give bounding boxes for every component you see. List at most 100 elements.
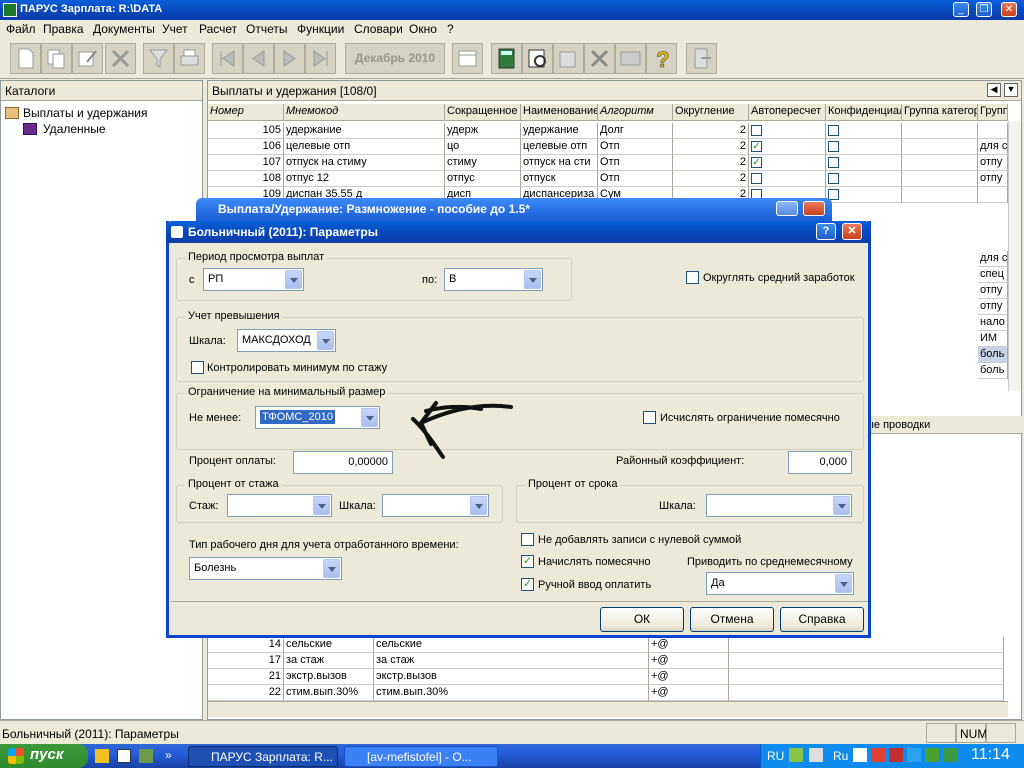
stage-select[interactable] <box>227 494 332 517</box>
table-cell[interactable]: боль <box>978 363 1008 379</box>
table-cell[interactable]: 105 <box>208 123 284 139</box>
menu-file[interactable]: Файл <box>6 22 36 36</box>
column-header[interactable]: Группа категор <box>902 104 978 121</box>
table-cell[interactable] <box>826 123 902 139</box>
checkbox[interactable] <box>828 141 839 152</box>
column-header[interactable]: Наименование <box>521 104 598 121</box>
monthly-limit-checkbox[interactable] <box>643 411 656 424</box>
search-icon[interactable] <box>522 43 553 74</box>
help-icon[interactable]: ? <box>646 43 677 74</box>
calculator-icon[interactable] <box>491 43 522 74</box>
table-cell[interactable] <box>826 187 902 203</box>
column-header[interactable]: Автопересчет <box>749 104 826 121</box>
monthly-checkbox[interactable]: ✓ <box>521 555 534 568</box>
dialog-close-button[interactable]: ✕ <box>842 223 862 240</box>
delete-icon[interactable] <box>105 43 136 74</box>
avg-month-select[interactable]: Да <box>706 572 854 595</box>
checkbox[interactable]: ✓ <box>751 157 762 168</box>
table-cell[interactable]: 21 <box>208 669 284 685</box>
table-cell[interactable] <box>826 155 902 171</box>
bg-close-button[interactable] <box>803 201 825 216</box>
horizontal-scrollbar[interactable] <box>208 701 1008 717</box>
table-cell[interactable] <box>749 123 826 139</box>
stage-scale-select[interactable] <box>382 494 489 517</box>
tray-icon[interactable] <box>943 748 957 762</box>
term-scale-select[interactable] <box>706 494 852 517</box>
table-cell[interactable]: отпуск <box>521 171 598 187</box>
checkbox[interactable]: ✓ <box>751 141 762 152</box>
tools-icon[interactable] <box>584 43 615 74</box>
table-cell[interactable]: 14 <box>208 637 284 653</box>
tray-icon[interactable] <box>889 748 903 762</box>
menu-reports[interactable]: Отчеты <box>246 22 287 36</box>
lang-indicator-2[interactable]: Ru <box>833 749 848 763</box>
checkbox[interactable] <box>828 173 839 184</box>
table-cell[interactable]: отпус <box>445 171 521 187</box>
table-cell[interactable]: 2 <box>673 139 749 155</box>
table-cell[interactable]: Долг <box>598 123 673 139</box>
table-cell[interactable]: целевые отп <box>521 139 598 155</box>
menu-edit[interactable]: Правка <box>43 22 84 36</box>
table-cell[interactable]: стим.вып.30% <box>374 685 649 701</box>
table-cell[interactable]: боль <box>978 347 1008 363</box>
menu-help[interactable]: ? <box>447 22 454 36</box>
table-cell[interactable]: отпу <box>978 299 1008 315</box>
new-doc-icon[interactable] <box>10 43 41 74</box>
minimize-button[interactable]: _ <box>953 2 969 17</box>
round-avg-checkbox[interactable] <box>686 271 699 284</box>
first-record-icon[interactable] <box>212 43 243 74</box>
column-header[interactable]: Конфиденциал <box>826 104 902 121</box>
prev-record-icon[interactable] <box>243 43 274 74</box>
table-cell[interactable]: отпус 12 <box>284 171 445 187</box>
vertical-scrollbar[interactable] <box>1008 121 1021 391</box>
period-from-select[interactable]: РП <box>203 268 304 291</box>
table-cell[interactable]: цо <box>445 139 521 155</box>
tray-icon[interactable] <box>925 748 939 762</box>
not-less-select[interactable]: ТФОМС_2010 <box>255 406 380 429</box>
table-cell[interactable]: целевые отп <box>284 139 445 155</box>
tray-icon[interactable] <box>907 748 921 762</box>
dialog-help-icon[interactable]: ? <box>816 223 836 240</box>
period-button[interactable]: Декабрь 2010 <box>345 43 445 74</box>
cancel-button[interactable]: Отмена <box>690 607 774 632</box>
checkbox[interactable] <box>751 173 762 184</box>
pay-percent-input[interactable]: 0,00000 <box>293 451 393 474</box>
table-cell[interactable]: 22 <box>208 685 284 701</box>
table-cell[interactable]: Отп <box>598 139 673 155</box>
arrow-down-icon[interactable]: ▼ <box>1004 83 1018 97</box>
lang-indicator[interactable]: RU <box>767 749 784 763</box>
table-cell[interactable]: 108 <box>208 171 284 187</box>
table-cell[interactable] <box>729 685 1004 701</box>
quicklaunch-icon[interactable] <box>95 749 109 763</box>
regional-coef-input[interactable]: 0,000 <box>788 451 852 474</box>
table-cell[interactable]: +@ <box>649 685 729 701</box>
menu-window[interactable]: Окно <box>409 22 437 36</box>
menu-dictionaries[interactable]: Словари <box>354 22 403 36</box>
menu-functions[interactable]: Функции <box>297 22 344 36</box>
table-cell[interactable]: за стаж <box>374 653 649 669</box>
table-cell[interactable]: для с <box>978 251 1008 267</box>
table-cell[interactable]: удержание <box>521 123 598 139</box>
table-cell[interactable]: отпу <box>978 155 1008 171</box>
table-cell[interactable]: ИМ <box>978 331 1008 347</box>
table-cell[interactable]: 107 <box>208 155 284 171</box>
no-zero-checkbox[interactable] <box>521 533 534 546</box>
chevron-right-icon[interactable]: » <box>165 748 172 762</box>
ok-button[interactable]: ОК <box>600 607 684 632</box>
table-cell[interactable] <box>749 171 826 187</box>
close-button[interactable]: ✕ <box>1001 2 1017 17</box>
next-record-icon[interactable] <box>274 43 305 74</box>
table-cell[interactable] <box>729 637 1004 653</box>
postings-tab[interactable]: ые проводки <box>863 416 1023 434</box>
menu-documents[interactable]: Документы <box>93 22 155 36</box>
table-cell[interactable]: удерж <box>445 123 521 139</box>
menu-accounting[interactable]: Учет <box>162 22 188 36</box>
tray-icon[interactable] <box>871 748 885 762</box>
checkbox[interactable] <box>751 125 762 136</box>
table-cell[interactable] <box>902 139 978 155</box>
table-cell[interactable]: отпуск на стиму <box>284 155 445 171</box>
table-cell[interactable]: 17 <box>208 653 284 669</box>
table-cell[interactable]: отпуск на сти <box>521 155 598 171</box>
table-cell[interactable]: экстр.вызов <box>284 669 374 685</box>
tree-item-deleted[interactable]: Удаленные <box>43 122 106 136</box>
